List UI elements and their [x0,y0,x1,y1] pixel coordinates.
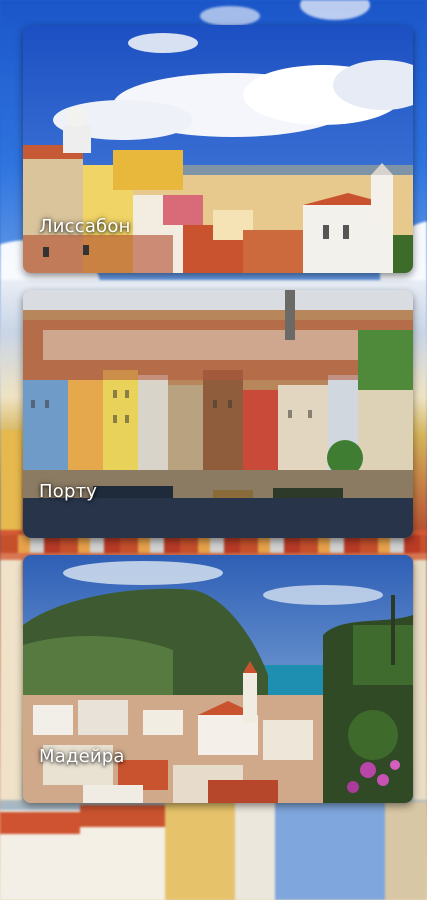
background-house [413,560,427,800]
background-cloud [200,6,260,26]
destination-label: Порту [39,481,98,502]
background-house [80,820,165,900]
destination-card-madeira[interactable]: Мадейра [23,555,413,803]
background-house [0,430,22,530]
background-roof [80,805,165,827]
background-house [275,802,385,900]
destination-card-lisbon[interactable]: Лиссабон [23,25,413,273]
background-house [385,802,427,900]
background-house [0,560,22,800]
destination-card-porto[interactable]: Порту [23,290,413,538]
background-roof [0,812,80,834]
destination-label: Лиссабон [39,216,131,237]
destination-label: Мадейра [39,746,125,767]
background-house [235,802,275,900]
background-house [165,802,235,900]
